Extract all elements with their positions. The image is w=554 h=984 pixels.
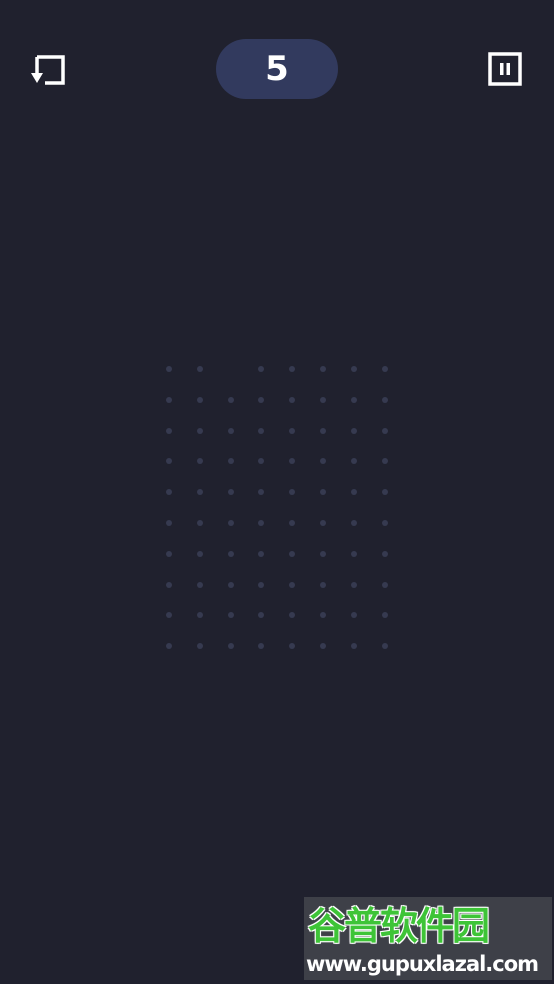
grid-dot[interactable] bbox=[381, 396, 388, 403]
grid-dot[interactable] bbox=[258, 550, 265, 557]
grid-dot[interactable] bbox=[166, 366, 172, 372]
grid-dot[interactable] bbox=[196, 550, 203, 557]
grid-dot[interactable] bbox=[350, 581, 357, 588]
grid-dot[interactable] bbox=[289, 427, 296, 434]
grid-dot[interactable] bbox=[227, 643, 234, 650]
grid-dot[interactable] bbox=[166, 396, 172, 403]
grid-dot[interactable] bbox=[196, 396, 203, 403]
grid-dot[interactable] bbox=[320, 427, 326, 434]
grid-dot[interactable] bbox=[258, 643, 265, 650]
grid-dot[interactable] bbox=[258, 489, 265, 496]
grid-dot[interactable] bbox=[320, 489, 326, 496]
grid-dot[interactable] bbox=[381, 581, 388, 588]
grid-dot[interactable] bbox=[166, 458, 172, 465]
grid-dot[interactable] bbox=[381, 489, 388, 496]
grid-dot[interactable] bbox=[289, 366, 296, 372]
grid-dot[interactable] bbox=[289, 396, 296, 403]
grid-dot[interactable] bbox=[289, 612, 296, 619]
grid-dot[interactable] bbox=[381, 550, 388, 557]
grid-dot[interactable] bbox=[227, 396, 234, 403]
grid-dot[interactable] bbox=[166, 612, 172, 619]
grid-dot[interactable] bbox=[258, 520, 265, 526]
grid-dot[interactable] bbox=[381, 520, 388, 526]
dot-grid bbox=[0, 0, 554, 984]
grid-dot[interactable] bbox=[381, 366, 388, 372]
grid-dot[interactable] bbox=[196, 366, 203, 372]
grid-dot[interactable] bbox=[166, 520, 172, 526]
grid-dot[interactable] bbox=[227, 550, 234, 557]
watermark-url: www.gupuxlazal.com bbox=[306, 952, 539, 976]
grid-dot[interactable] bbox=[166, 581, 172, 588]
grid-dot[interactable] bbox=[166, 643, 172, 650]
grid-dot[interactable] bbox=[350, 427, 357, 434]
grid-dot[interactable] bbox=[320, 458, 326, 465]
grid-dot[interactable] bbox=[350, 612, 357, 619]
grid-dot[interactable] bbox=[196, 520, 203, 526]
grid-dot[interactable] bbox=[350, 396, 357, 403]
grid-dot[interactable] bbox=[289, 550, 296, 557]
grid-dot[interactable] bbox=[227, 489, 234, 496]
grid-dot[interactable] bbox=[320, 581, 326, 588]
grid-dot[interactable] bbox=[350, 489, 357, 496]
grid-dot[interactable] bbox=[258, 612, 265, 619]
grid-dot[interactable] bbox=[227, 520, 234, 526]
grid-dot[interactable] bbox=[350, 643, 357, 650]
watermark-title: 谷普软件园 bbox=[308, 904, 490, 948]
grid-dot[interactable] bbox=[166, 550, 172, 557]
grid-dot[interactable] bbox=[320, 396, 326, 403]
grid-dot[interactable] bbox=[381, 643, 388, 650]
grid-dot[interactable] bbox=[227, 458, 234, 465]
grid-dot[interactable] bbox=[289, 458, 296, 465]
grid-dot[interactable] bbox=[258, 458, 265, 465]
grid-dot[interactable] bbox=[196, 458, 203, 465]
grid-dot[interactable] bbox=[196, 643, 203, 650]
grid-dot[interactable] bbox=[381, 612, 388, 619]
grid-dot[interactable] bbox=[381, 427, 388, 434]
grid-dot[interactable] bbox=[258, 581, 265, 588]
grid-dot[interactable] bbox=[320, 643, 326, 650]
grid-dot[interactable] bbox=[320, 612, 326, 619]
grid-dot[interactable] bbox=[289, 520, 296, 526]
grid-dot[interactable] bbox=[258, 366, 265, 372]
grid-dot[interactable] bbox=[166, 427, 172, 434]
grid-dot[interactable] bbox=[320, 520, 326, 526]
grid-dot[interactable] bbox=[320, 366, 326, 372]
grid-dot[interactable] bbox=[227, 581, 234, 588]
grid-dot[interactable] bbox=[350, 366, 357, 372]
grid-dot[interactable] bbox=[320, 550, 326, 557]
grid-dot[interactable] bbox=[350, 550, 357, 557]
grid-dot[interactable] bbox=[196, 612, 203, 619]
grid-dot[interactable] bbox=[196, 489, 203, 496]
grid-dot[interactable] bbox=[350, 458, 357, 465]
grid-dot[interactable] bbox=[289, 581, 296, 588]
grid-dot[interactable] bbox=[166, 489, 172, 496]
watermark: 谷普软件园 www.gupuxlazal.com bbox=[304, 897, 552, 980]
grid-dot[interactable] bbox=[289, 489, 296, 496]
grid-dot[interactable] bbox=[196, 581, 203, 588]
grid-dot[interactable] bbox=[258, 427, 265, 434]
grid-dot[interactable] bbox=[227, 427, 234, 434]
grid-dot[interactable] bbox=[227, 612, 234, 619]
grid-dot[interactable] bbox=[381, 458, 388, 465]
grid-dot[interactable] bbox=[196, 427, 203, 434]
grid-dot[interactable] bbox=[258, 396, 265, 403]
grid-dot[interactable] bbox=[350, 520, 357, 526]
grid-dot[interactable] bbox=[289, 643, 296, 650]
